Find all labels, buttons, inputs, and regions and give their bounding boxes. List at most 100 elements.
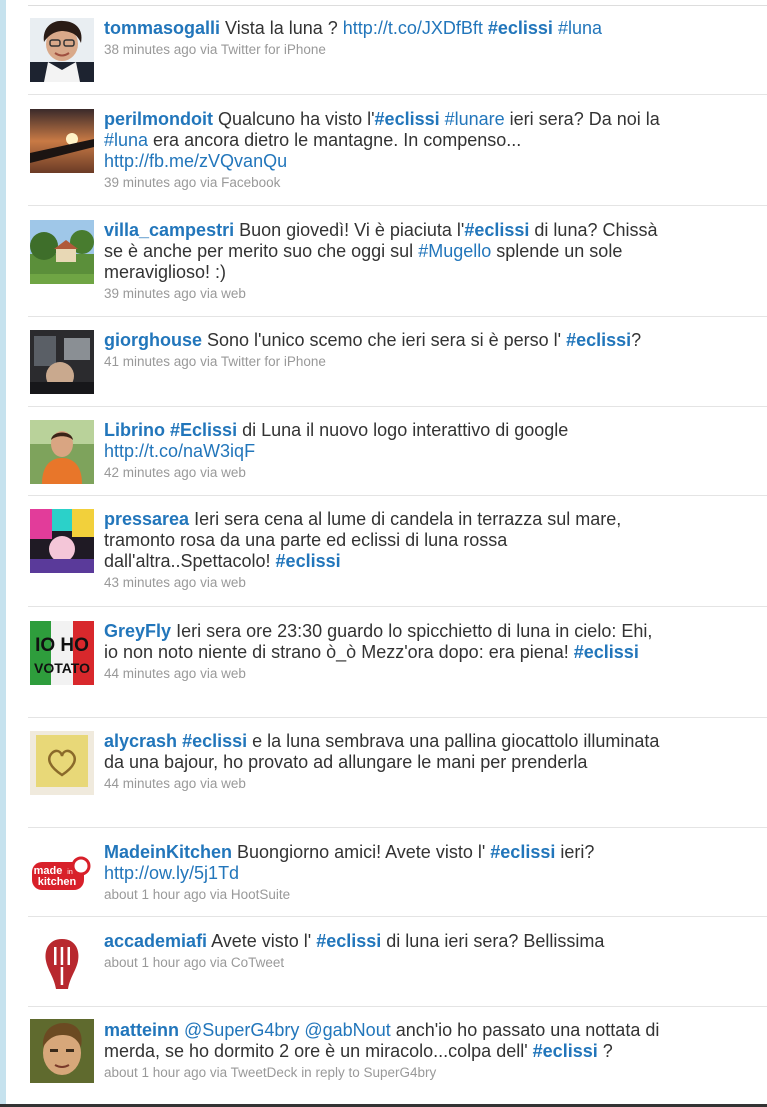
username-link[interactable]: tommasogalli [104, 18, 220, 38]
text-segment: ieri sera? Da noi la [504, 109, 660, 129]
avatar[interactable]: IO HO VOTATO [30, 621, 94, 685]
username-link[interactable]: matteinn [104, 1020, 179, 1040]
mention-link[interactable]: @gabNout [304, 1020, 390, 1040]
hashtag-link[interactable]: #eclissi [375, 109, 440, 129]
avatar[interactable] [30, 18, 94, 82]
tweet-text: giorghouse Sono l'unico scemo che ieri s… [104, 330, 660, 351]
timestamp-link[interactable]: 44 minutes ago [104, 776, 196, 791]
avatar-image: made inkitchen [30, 842, 94, 906]
hashtag-link[interactable]: #eclissi [566, 330, 631, 350]
via-label: via [200, 42, 218, 57]
via-label: via [209, 955, 228, 970]
timestamp-link[interactable]: 41 minutes ago [104, 354, 196, 369]
mention-link[interactable]: @SuperG4bry [184, 1020, 299, 1040]
username-link[interactable]: pressarea [104, 509, 189, 529]
source-link[interactable]: Twitter for iPhone [221, 42, 326, 57]
url-link[interactable]: http://fb.me/zVQvanQu [104, 151, 287, 171]
source-link[interactable]: web [221, 575, 246, 590]
hashtag-link[interactable]: #luna [104, 130, 148, 150]
username-link[interactable]: villa_campestri [104, 220, 234, 240]
hashtag-link[interactable]: #lunare [445, 109, 505, 129]
source-link[interactable]: CoTweet [231, 955, 284, 970]
text-segment: Ieri sera ore 23:30 guardo lo spicchiett… [104, 621, 653, 662]
hashtag-link[interactable]: #eclissi [464, 220, 529, 240]
username-link[interactable]: MadeinKitchen [104, 842, 232, 862]
tweet-meta: 43 minutes ago via web [104, 574, 660, 591]
tweet-text: tommasogalli Vista la luna ? http://t.co… [104, 18, 660, 39]
avatar-image [30, 420, 94, 484]
tweet-text: matteinn @SuperG4bry @gabNout anch'io ho… [104, 1020, 660, 1062]
via-label: via [200, 286, 218, 301]
avatar-image [30, 509, 94, 573]
source-link[interactable]: Twitter for iPhone [221, 354, 326, 369]
tweet-item: accademiafi Avete visto l' #eclissi di l… [28, 917, 767, 1007]
source-link[interactable]: HootSuite [231, 887, 290, 902]
source-link[interactable]: Facebook [221, 175, 280, 190]
avatar[interactable]: made in kitchen [30, 842, 94, 906]
avatar[interactable] [30, 509, 94, 573]
timestamp-link[interactable]: about 1 hour ago [104, 887, 206, 902]
hashtag-link[interactable]: #eclissi [490, 842, 555, 862]
tweet-text: Librino #Eclissi di Luna il nuovo logo i… [104, 420, 660, 462]
hashtag-link[interactable]: #eclissi [182, 731, 247, 751]
hashtag-link[interactable]: #luna [558, 18, 602, 38]
text-segment: Sono l'unico scemo che ieri sera si è pe… [207, 330, 567, 350]
tweet-meta: about 1 hour ago via HootSuite [104, 886, 660, 903]
timestamp-link[interactable]: 44 minutes ago [104, 666, 196, 681]
tweet-meta: about 1 hour ago via CoTweet [104, 954, 660, 971]
source-link[interactable]: TweetDeck [231, 1065, 298, 1080]
source-link[interactable]: web [221, 286, 246, 301]
url-link[interactable]: http://t.co/JXDfBft [343, 18, 483, 38]
timestamp-link[interactable]: 42 minutes ago [104, 465, 196, 480]
tweet-meta: 38 minutes ago via Twitter for iPhone [104, 41, 660, 58]
hashtag-link[interactable]: #eclissi [316, 931, 381, 951]
tweet-item: Librino #Eclissi di Luna il nuovo logo i… [28, 407, 767, 496]
tweet-text: alycrash #eclissi e la luna sembrava una… [104, 731, 660, 773]
hashtag-link[interactable]: #eclissi [488, 18, 553, 38]
avatar[interactable] [30, 220, 94, 284]
timestamp-link[interactable]: about 1 hour ago [104, 1065, 206, 1080]
timeline-frame: tommasogalli Vista la luna ? http://t.co… [0, 0, 767, 1107]
source-link[interactable]: web [221, 465, 246, 480]
tweet-meta: about 1 hour ago via TweetDeck in reply … [104, 1064, 660, 1081]
left-accent-bar [0, 0, 6, 1107]
avatar[interactable] [30, 731, 94, 795]
username-link[interactable]: Librino [104, 420, 165, 440]
timestamp-link[interactable]: about 1 hour ago [104, 955, 206, 970]
avatar[interactable] [30, 420, 94, 484]
tweet-item: made in kitchen MadeinKitchen Buongiorno a… [28, 828, 767, 917]
avatar[interactable] [30, 1019, 94, 1083]
source-link[interactable]: web [221, 666, 246, 681]
timestamp-link[interactable]: 38 minutes ago [104, 42, 196, 57]
timestamp-link[interactable]: 43 minutes ago [104, 575, 196, 590]
hashtag-link[interactable]: #Mugello [418, 241, 491, 261]
avatar[interactable] [30, 330, 94, 394]
hashtag-link[interactable]: #eclissi [574, 642, 639, 662]
text-segment: di luna ieri sera? Bellissima [381, 931, 605, 951]
tweet-item: pressarea Ieri sera cena al lume di cand… [28, 496, 767, 607]
hashtag-link[interactable]: #Eclissi [170, 420, 237, 440]
hashtag-link[interactable]: #eclissi [276, 551, 341, 571]
username-link[interactable]: alycrash [104, 731, 177, 751]
url-link[interactable]: http://ow.ly/5j1Td [104, 863, 239, 883]
timestamp-link[interactable]: 39 minutes ago [104, 175, 196, 190]
svg-text:in: in [67, 869, 73, 876]
via-label: via [209, 887, 228, 902]
tweet-text: MadeinKitchen Buongiorno amici! Avete vi… [104, 842, 660, 884]
svg-text:VOTATO: VOTATO [34, 660, 90, 676]
in-reply-to-link[interactable]: in reply to SuperG4bry [301, 1065, 436, 1080]
avatar[interactable] [30, 931, 94, 995]
source-link[interactable]: web [221, 776, 246, 791]
username-link[interactable]: perilmondoit [104, 109, 213, 129]
username-link[interactable]: GreyFly [104, 621, 171, 641]
username-link[interactable]: accademiafi [104, 931, 207, 951]
avatar-image [30, 220, 94, 284]
avatar[interactable] [30, 109, 94, 173]
via-label: via [200, 465, 218, 480]
tweet-meta: 41 minutes ago via Twitter for iPhone [104, 353, 660, 370]
hashtag-link[interactable]: #eclissi [533, 1041, 598, 1061]
timestamp-link[interactable]: 39 minutes ago [104, 286, 196, 301]
url-link[interactable]: http://t.co/naW3iqF [104, 441, 255, 461]
via-label: via [200, 666, 218, 681]
username-link[interactable]: giorghouse [104, 330, 202, 350]
